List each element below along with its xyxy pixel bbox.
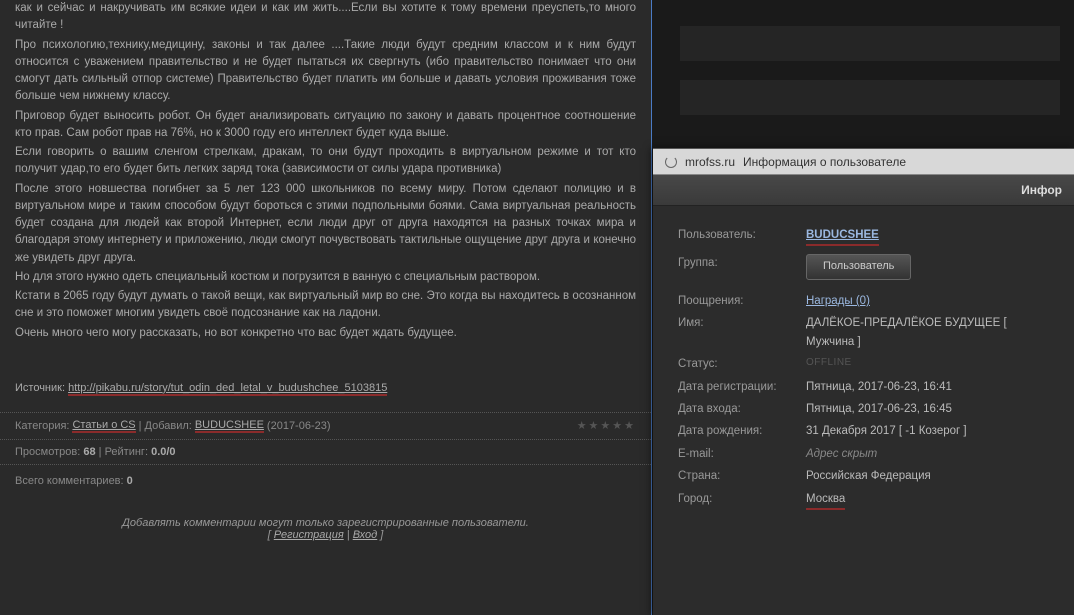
category-link[interactable]: Статьи о CS	[72, 419, 135, 433]
background-block	[680, 26, 1060, 61]
author-link[interactable]: BUDUCSHEE	[195, 419, 264, 433]
register-link[interactable]: Регистрация	[274, 529, 344, 541]
source-link[interactable]: http://pikabu.ru/story/tut_odin_ded_leta…	[68, 382, 387, 396]
comments-label: Всего комментариев:	[15, 475, 124, 487]
status-label: Статус:	[678, 355, 806, 373]
divider: |	[139, 420, 142, 432]
views-label: Просмотров:	[15, 446, 80, 458]
tab-title: Информация о пользователе	[743, 155, 906, 169]
rewards-label: Поощрения:	[678, 292, 806, 310]
rating-label: Рейтинг:	[105, 446, 148, 458]
popup-header: Инфор	[653, 175, 1074, 206]
popup-body: Пользователь: BUDUCSHEE Группа: Пользова…	[653, 206, 1074, 530]
meta-category-row: Категория: Статьи о CS | Добавил: BUDUCS…	[0, 412, 651, 440]
comment-login-prompt: Добавлять комментарии могут только зарег…	[0, 497, 651, 561]
comments-value: 0	[127, 475, 133, 487]
background-block	[680, 80, 1060, 115]
email-value: Адрес скрыт	[806, 445, 877, 463]
paragraph: Очень много чего могу рассказать, но вот…	[15, 325, 636, 342]
prompt-text: Добавлять комментарии могут только зарег…	[15, 517, 636, 529]
added-by-label: Добавил:	[145, 420, 192, 432]
reg-date-label: Дата регистрации:	[678, 378, 806, 396]
comments-count-row: Всего комментариев: 0	[0, 465, 651, 497]
paragraph: После этого новшества погибнет за 5 лет …	[15, 181, 636, 267]
reg-date-value: Пятница, 2017-06-23, 16:41	[806, 378, 952, 396]
user-info-popup: mrofss.ru Информация о пользователе Инфо…	[653, 148, 1074, 615]
paragraph: Но для этого нужно одеть специальный кос…	[15, 269, 636, 286]
date-text: (2017-06-23)	[267, 420, 331, 432]
background-dark-zone	[652, 0, 1074, 148]
country-label: Страна:	[678, 467, 806, 485]
meta-stats-row: Просмотров: 68 | Рейтинг: 0.0/0	[0, 440, 651, 465]
city-value: Москва	[806, 490, 845, 510]
main-article-panel: как и сейчас и накручивать им всякие иде…	[0, 0, 652, 615]
user-label: Пользователь:	[678, 226, 806, 246]
category-label: Категория:	[15, 420, 69, 432]
paragraph: Про психологию,технику,медицину, законы …	[15, 37, 636, 106]
email-label: E-mail:	[678, 445, 806, 463]
name-value: ДАЛЁКОЕ-ПРЕДАЛЁКОЕ БУДУЩЕЕ [ Мужчина ]	[806, 314, 1049, 351]
rating-value: 0.0/0	[151, 446, 175, 458]
status-value: OFFLINE	[806, 355, 852, 373]
paragraph: как и сейчас и накручивать им всякие иде…	[15, 0, 636, 35]
popup-header-text: Инфор	[1021, 183, 1062, 197]
group-label: Группа:	[678, 254, 806, 280]
birth-label: Дата рождения:	[678, 422, 806, 440]
views-value: 68	[83, 446, 95, 458]
paragraph: Кстати в 2065 году будут думать о такой …	[15, 288, 636, 323]
paragraph: Приговор будет выносить робот. Он будет …	[15, 108, 636, 143]
city-label: Город:	[678, 490, 806, 510]
popup-browser-tab: mrofss.ru Информация о пользователе	[653, 149, 1074, 175]
reload-icon[interactable]	[665, 156, 677, 168]
birth-value: 31 Декабря 2017 [ -1 Козерог ]	[806, 422, 967, 440]
login-date-label: Дата входа:	[678, 400, 806, 418]
login-date-value: Пятница, 2017-06-23, 16:45	[806, 400, 952, 418]
user-value-link[interactable]: BUDUCSHEE	[806, 226, 879, 246]
rewards-link[interactable]: Награды (0)	[806, 292, 870, 310]
article-text: как и сейчас и накручивать им всякие иде…	[0, 0, 651, 342]
source-label: Источник:	[15, 382, 65, 394]
country-value: Российская Федерация	[806, 467, 931, 485]
tab-domain: mrofss.ru	[685, 155, 735, 169]
group-badge[interactable]: Пользователь	[806, 254, 911, 280]
source-line: Источник: http://pikabu.ru/story/tut_odi…	[0, 382, 651, 394]
rating-stars[interactable]: ★★★★★	[577, 419, 636, 432]
login-link[interactable]: Вход	[353, 529, 378, 541]
name-label: Имя:	[678, 314, 806, 351]
paragraph: Если говорить о вашим сленгом стрелкам, …	[15, 144, 636, 179]
